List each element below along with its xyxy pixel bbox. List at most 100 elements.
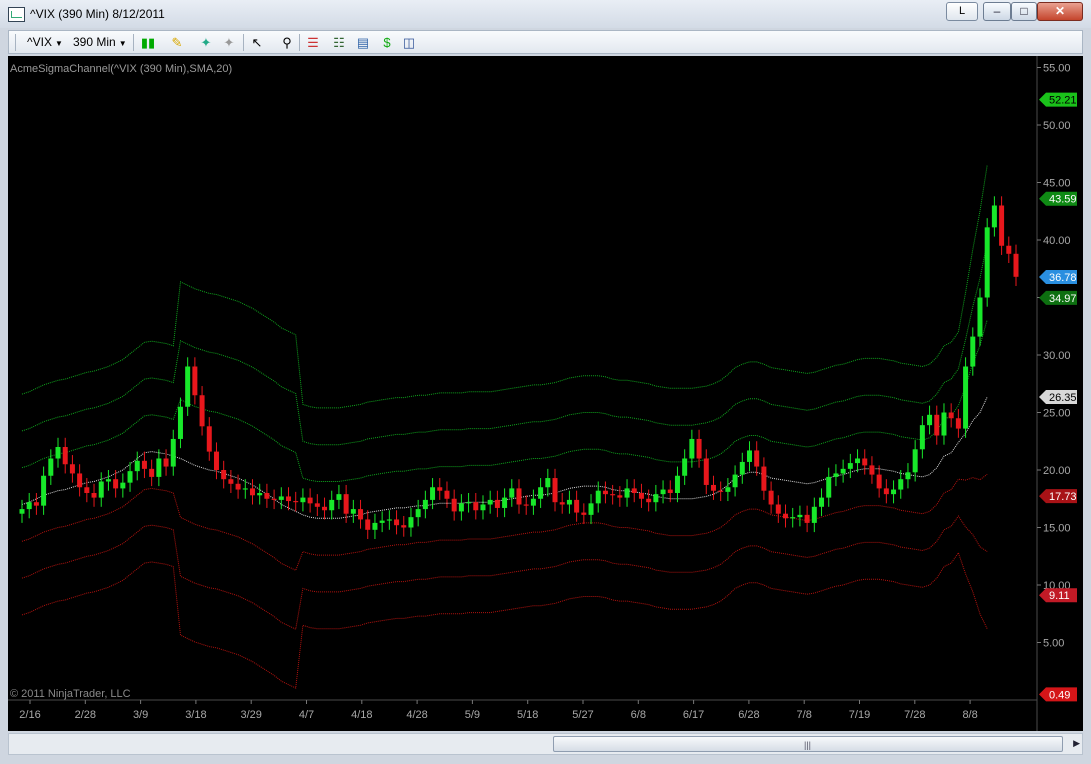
y-tick-label: 45.00 [1043,178,1071,190]
instrument-label: ^VIX [27,35,52,49]
chevron-down-icon: ▼ [54,39,63,48]
candle-body [466,502,472,504]
candle-body [610,494,616,496]
candle-body [588,503,594,515]
candle-body [826,476,832,498]
candle-body [487,499,493,505]
detach-icon[interactable]: ✦ [221,35,237,50]
candle-body [300,497,306,503]
x-tick-label: 2/28 [75,709,96,721]
candle-body [149,468,155,477]
copyright-label: © 2011 NinjaTrader, LLC [10,688,131,700]
candle-body [91,493,97,498]
candle-body [898,479,904,490]
candle-body [754,450,760,467]
candle-body [530,498,536,506]
candle-body [437,487,443,491]
y-tick-label: 20.00 [1043,465,1071,477]
candle-body [199,395,205,427]
minimize-button[interactable]: – [983,2,1011,21]
link-button[interactable]: L [946,2,978,21]
price-marker-label: 34.97 [1049,293,1077,305]
candle-body [69,464,75,474]
candle-body [883,488,889,495]
candle-body [804,514,810,523]
candle-body [494,499,500,508]
candle-body [480,504,486,511]
candle-body [358,509,364,520]
x-tick-label: 7/19 [849,709,870,721]
candle-body [552,478,558,503]
candle-body [444,490,450,499]
candle-body [322,506,328,511]
upper-band-1 [21,319,988,482]
candle-body [62,447,68,465]
candle-body [314,503,320,507]
chart-properties-icon[interactable]: ▤ [355,35,371,50]
candle-body [249,488,255,496]
candle-body [811,506,817,523]
candle-body [999,205,1005,246]
candle-body [163,458,169,467]
candle-body [602,490,608,495]
candle-body [833,473,839,477]
candle-body [689,438,695,459]
candle-body [667,489,673,493]
interval-selector[interactable]: 390 Min ▼ [73,35,127,49]
candle-body [98,481,104,498]
candle-body [329,499,335,511]
candle-body [350,509,356,514]
chart-style-icon[interactable]: ▮▮ [140,35,156,50]
window-titlebar: ^VIX (390 Min) 8/12/2011 L – □ ✕ [0,0,1091,28]
candle-body [307,497,313,504]
candle-body [77,473,83,488]
y-tick-label: 25.00 [1043,408,1071,420]
candle-body [372,522,378,530]
candle-body [177,406,183,439]
candle-body [170,438,176,467]
grip-icon: ||| [804,740,812,750]
zoom-magnifier-icon[interactable]: ⚲ [279,35,295,50]
scroll-right-arrow-icon[interactable]: ▶ [1073,738,1080,749]
candle-body [574,499,580,513]
price-chart[interactable]: 55.0050.0045.0040.0035.0030.0025.0020.00… [8,56,1083,731]
candle-body [581,512,587,515]
x-tick-label: 7/28 [904,709,925,721]
candle-body [847,463,853,469]
candle-body [473,502,479,511]
maximize-button[interactable]: □ [1011,2,1037,21]
candle-body [33,502,39,506]
candle-body [55,447,61,459]
scrollbar-thumb[interactable]: ||| [553,736,1063,752]
candle-body [141,460,147,469]
horizontal-scrollbar[interactable]: ||| ▶ [8,733,1083,755]
upper-band-3 [21,165,988,409]
attach-strategy-icon[interactable]: ✦ [198,35,214,50]
candle-body [516,488,522,505]
candle-body [624,488,630,498]
data-box-icon[interactable]: ◫ [401,35,417,50]
strategies-icon[interactable]: ☷ [331,35,347,50]
window-title: ^VIX (390 Min) 8/12/2011 [30,7,165,21]
price-marker-label: 26.35 [1049,392,1077,404]
indicators-icon[interactable]: ☰ [305,35,321,50]
dollar-order-icon[interactable]: $ [379,35,395,50]
candle-body [105,479,111,482]
chart-app-icon [8,7,25,22]
candle-body [927,414,933,426]
drawing-pencil-icon[interactable]: ✎ [169,35,185,50]
candle-body [134,460,140,472]
candle-body [271,498,277,500]
price-chart-panel[interactable]: 55.0050.0045.0040.0035.0030.0025.0020.00… [8,56,1083,731]
x-tick-label: 5/18 [517,709,538,721]
candle-body [739,461,745,475]
candle-body [278,496,284,500]
price-marker-label: 9.11 [1049,590,1070,602]
instrument-selector[interactable]: ^VIX ▼ [27,35,63,49]
close-button[interactable]: ✕ [1037,2,1083,21]
candle-body [401,525,407,528]
candle-body [458,503,464,512]
cursor-pointer-icon[interactable]: ↖ [249,35,265,50]
price-marker-label: 52.21 [1049,95,1077,107]
candle-body [206,426,212,452]
